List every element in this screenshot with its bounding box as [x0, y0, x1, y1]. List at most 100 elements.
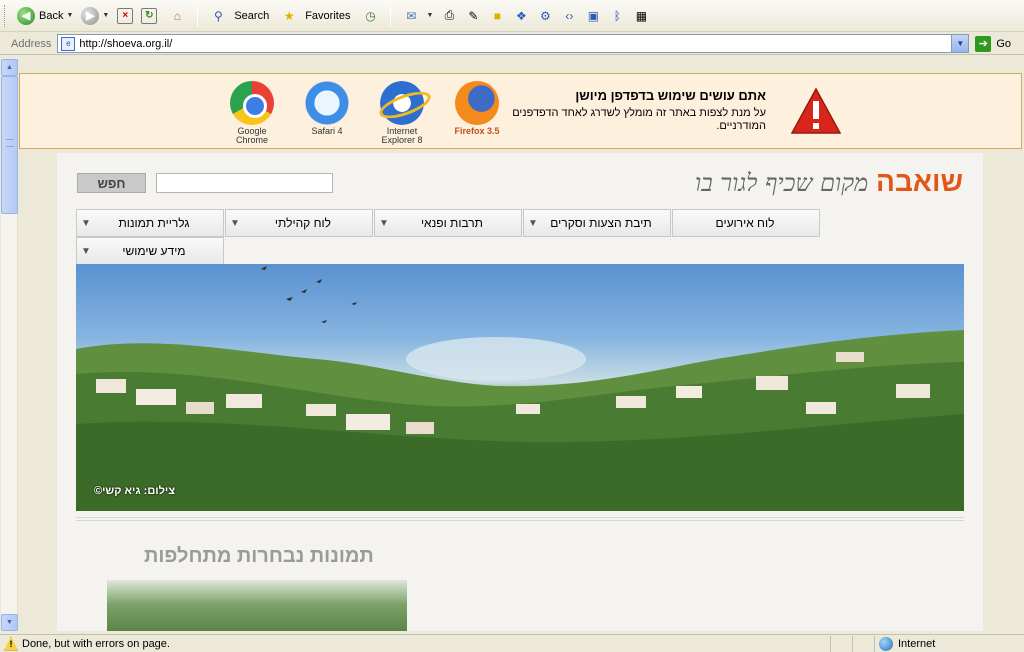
featured-photo-thumbnail[interactable]	[107, 580, 407, 631]
history-icon: ◷	[365, 8, 376, 23]
nav-community-board[interactable]: לוח קהילתי ▼	[225, 209, 373, 237]
scroll-down-button[interactable]: ▼	[1, 614, 18, 631]
scroll-grip	[6, 139, 14, 147]
search-button[interactable]: ⚲ Search	[202, 3, 273, 29]
safari-label: Safari 4	[311, 126, 343, 136]
site-name: שואבה	[876, 166, 963, 197]
nav-label: מידע שימושי	[122, 244, 186, 258]
dropdown-triangle-icon: ▼	[81, 245, 91, 257]
toolbar-grip[interactable]	[4, 4, 7, 27]
print-icon[interactable]: ⎙	[441, 8, 457, 24]
research-icon[interactable]: ❖	[513, 8, 529, 24]
chrome-link[interactable]: Google Chrome	[222, 81, 282, 145]
firefox-logo-icon	[455, 81, 499, 125]
search-icon: ⚲	[213, 8, 223, 23]
star-icon: ★	[283, 8, 295, 23]
forward-dropdown-icon[interactable]: ▼	[102, 12, 109, 19]
nav-gallery[interactable]: גלריית תמונות ▼	[76, 209, 224, 237]
home-button[interactable]: ⌂	[161, 3, 193, 29]
back-arrow-icon: ◀	[17, 6, 35, 25]
status-cell	[852, 635, 874, 652]
mail-dropdown-icon[interactable]: ▼	[426, 12, 433, 19]
safari-logo-icon	[305, 81, 349, 125]
bluetooth-icon[interactable]: ᛒ	[609, 8, 625, 24]
site-slogan: מקום שכיף לגור בו	[694, 169, 869, 197]
nav-label: תרבות ופנאי	[420, 216, 483, 230]
outdated-browser-banner: אתם עושים שימוש בדפדפן מיושן על מנת לצפו…	[19, 73, 1022, 149]
stop-button[interactable]: ×	[113, 3, 137, 29]
refresh-icon: ↻	[141, 7, 158, 24]
address-label: Address	[11, 37, 52, 50]
banner-title: אתם עושים שימוש בדפדפן מיושן	[575, 88, 766, 103]
chrome-label: Google Chrome	[235, 126, 268, 145]
photo-credit: צילום: גיא קשי©	[94, 485, 175, 497]
nav-label: תיבת הצעות וסקרים	[550, 216, 652, 230]
favorites-label: Favorites	[305, 9, 351, 22]
edit-icon[interactable]: ✎	[465, 8, 481, 24]
go-label: Go	[996, 37, 1012, 50]
nav-label: גלריית תמונות	[118, 216, 190, 230]
search-label: Search	[234, 9, 270, 22]
vertical-scrollbar[interactable]: ▲ ▼	[1, 59, 18, 631]
firefox-link[interactable]: Firefox 3.5	[447, 81, 507, 136]
page-viewport: ▲ ▼ אתם עושים שימוש בדפדפן מיושן על מנת …	[0, 59, 1024, 631]
address-field[interactable]: e http://shoeva.org.il/ ▼	[57, 34, 970, 53]
toolbar-separator	[197, 4, 199, 27]
plugin-icon[interactable]: ▣	[585, 8, 601, 24]
dropdown-triangle-icon: ▼	[230, 217, 240, 229]
nav-events[interactable]: לוח אירועים	[672, 209, 820, 237]
nav-label: לוח קהילתי	[274, 216, 331, 230]
security-zone[interactable]: Internet	[874, 635, 1024, 652]
warning-icon	[790, 87, 842, 134]
code-icon[interactable]: ‹›	[561, 8, 577, 24]
qr-icon[interactable]: ▦	[633, 8, 649, 24]
ie-label: Internet Explorer 8	[381, 126, 423, 145]
mail-button[interactable]: ✉ ▼	[395, 3, 437, 29]
site-search-button[interactable]: חפש	[77, 173, 146, 193]
address-url[interactable]: http://shoeva.org.il/	[79, 38, 172, 50]
status-bar: ! Done, but with errors on page. Interne…	[0, 634, 1024, 652]
refresh-button[interactable]: ↻	[137, 3, 161, 29]
scroll-thumb[interactable]	[1, 76, 18, 214]
error-warning-icon[interactable]: !	[4, 636, 18, 651]
nav-culture[interactable]: תרבות ופנאי ▼	[374, 209, 522, 237]
landscape-illustration	[76, 266, 964, 511]
site-search-input[interactable]	[156, 173, 333, 193]
forward-button[interactable]: ▶ ▼	[77, 3, 113, 29]
address-bar: Address e http://shoeva.org.il/ ▼ ➔ Go	[0, 33, 1024, 55]
ie-logo-icon	[380, 81, 424, 125]
messenger-icon[interactable]: ⚙	[537, 8, 553, 24]
dropdown-triangle-icon: ▼	[528, 217, 538, 229]
history-button[interactable]: ◷	[354, 3, 386, 29]
hero-photo: צילום: גיא קשי©	[76, 264, 964, 511]
back-button[interactable]: ◀ Back ▼	[13, 3, 77, 29]
ie-link[interactable]: Internet Explorer 8	[372, 81, 432, 145]
forward-arrow-icon: ▶	[81, 6, 100, 25]
toolbar-separator	[390, 4, 392, 27]
firefox-label: Firefox 3.5	[454, 126, 500, 136]
dropdown-triangle-icon: ▼	[379, 217, 389, 229]
status-cell	[830, 635, 852, 652]
back-dropdown-icon[interactable]: ▼	[66, 12, 73, 19]
site-page: שואבה מקום שכיף לגור בו חפש לוח אירועים …	[57, 153, 983, 631]
site-logo[interactable]: שואבה מקום שכיף לגור בו	[695, 166, 963, 198]
discuss-icon[interactable]: ■	[489, 8, 505, 24]
banner-text: על מנת לצפות באתר זה מומלץ לשדרג לאחד הד…	[512, 107, 766, 132]
go-button[interactable]: ➔ Go	[975, 35, 1012, 52]
nav-suggestions[interactable]: תיבת הצעות וסקרים ▼	[523, 209, 671, 237]
mail-icon: ✉	[406, 8, 417, 23]
favorites-button[interactable]: ★ Favorites	[273, 3, 354, 29]
section-divider	[76, 517, 964, 521]
nav-label: לוח אירועים	[715, 216, 775, 230]
address-dropdown-icon[interactable]: ▼	[951, 35, 969, 52]
globe-icon	[879, 636, 893, 651]
page-icon: e	[61, 36, 76, 51]
safari-link[interactable]: Safari 4	[297, 81, 357, 136]
zone-label: Internet	[898, 637, 936, 650]
browser-toolbar: ◀ Back ▼ ▶ ▼ × ↻ ⌂ ⚲ Search ★ Favorites …	[0, 0, 1024, 32]
back-label: Back	[39, 9, 64, 22]
nav-useful-info[interactable]: מידע שימושי ▼	[76, 237, 224, 265]
home-icon: ⌂	[173, 8, 181, 23]
scroll-up-button[interactable]: ▲	[1, 59, 18, 76]
stop-icon: ×	[117, 7, 134, 24]
